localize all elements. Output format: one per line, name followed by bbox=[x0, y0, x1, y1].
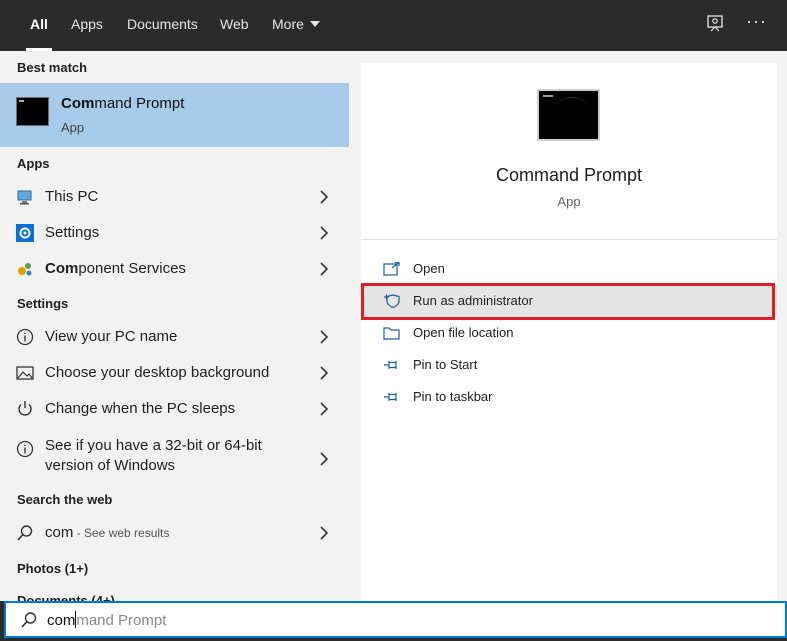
list-item-label: Component Services bbox=[45, 260, 186, 277]
power-icon bbox=[16, 400, 34, 418]
best-match-subtitle: App bbox=[61, 120, 85, 135]
list-item-label: This PC bbox=[45, 188, 99, 205]
command-prompt-icon bbox=[16, 97, 49, 126]
list-item-web-result[interactable]: com - See web results bbox=[0, 515, 349, 551]
this-pc-icon bbox=[16, 188, 34, 206]
list-item-label: See if you have a 32-bit or 64-bit versi… bbox=[45, 437, 262, 474]
shield-icon bbox=[383, 294, 401, 309]
tab-all[interactable]: All bbox=[26, 0, 52, 51]
command-prompt-icon bbox=[537, 89, 600, 141]
tab-more[interactable]: More bbox=[272, 0, 320, 51]
results-panel: Best match Command Prompt App Apps This … bbox=[0, 51, 349, 601]
picture-icon bbox=[16, 364, 34, 382]
action-label: Pin to Start bbox=[413, 357, 478, 372]
settings-gear-icon bbox=[16, 224, 34, 242]
action-pin-to-start[interactable]: Pin to Start bbox=[361, 349, 777, 381]
divider bbox=[361, 239, 777, 240]
list-item-component-services[interactable]: Component Services bbox=[0, 251, 349, 287]
search-icon bbox=[20, 611, 38, 629]
list-item-desktop-background[interactable]: Choose your desktop background bbox=[0, 355, 349, 391]
list-item-label: View your PC name bbox=[45, 328, 178, 345]
preview-pane: Command Prompt App Open Run as administr… bbox=[361, 63, 777, 601]
chevron-right-icon[interactable] bbox=[318, 402, 330, 416]
apps-heading: Apps bbox=[17, 156, 50, 171]
action-label: Pin to taskbar bbox=[413, 389, 493, 404]
list-item-label: Settings bbox=[45, 224, 100, 241]
info-icon bbox=[16, 440, 34, 458]
action-open-file-location[interactable]: Open file location bbox=[361, 317, 777, 349]
list-item-32-or-64-bit[interactable]: See if you have a 32-bit or 64-bit versi… bbox=[0, 431, 349, 487]
search-icon bbox=[16, 524, 34, 542]
list-item-settings[interactable]: Settings bbox=[0, 215, 349, 251]
tab-documents[interactable]: Documents bbox=[127, 0, 198, 51]
action-label: Run as administrator bbox=[413, 293, 533, 308]
feedback-icon[interactable] bbox=[706, 14, 726, 34]
list-item-this-pc[interactable]: This PC bbox=[0, 179, 349, 215]
tab-web[interactable]: Web bbox=[220, 0, 249, 51]
open-icon bbox=[383, 261, 401, 276]
action-label: Open bbox=[413, 261, 445, 276]
photos-heading[interactable]: Photos (1+) bbox=[17, 561, 88, 576]
tab-more-label: More bbox=[272, 16, 304, 32]
search-scope-bar: All Apps Documents Web More ··· bbox=[0, 0, 787, 51]
pin-icon bbox=[383, 358, 401, 372]
list-item-pc-sleeps[interactable]: Change when the PC sleeps bbox=[0, 391, 349, 427]
list-item-label: Choose your desktop background bbox=[45, 364, 270, 381]
chevron-right-icon[interactable] bbox=[318, 366, 330, 380]
search-input[interactable]: command Prompt bbox=[4, 601, 787, 638]
info-icon bbox=[16, 328, 34, 346]
best-match-item[interactable]: Command Prompt App bbox=[0, 83, 349, 147]
chevron-right-icon[interactable] bbox=[318, 226, 330, 240]
search-web-heading: Search the web bbox=[17, 492, 113, 507]
list-item-label: com - See web results bbox=[45, 524, 170, 541]
chevron-down-icon bbox=[309, 21, 320, 28]
more-options-icon[interactable]: ··· bbox=[746, 12, 766, 34]
chevron-right-icon[interactable] bbox=[318, 190, 330, 204]
component-services-icon bbox=[16, 260, 34, 278]
chevron-right-icon[interactable] bbox=[318, 262, 330, 276]
chevron-right-icon[interactable] bbox=[318, 526, 330, 540]
search-text: command Prompt bbox=[47, 611, 167, 629]
documents-heading[interactable]: Documents (4+) bbox=[17, 593, 115, 601]
tab-apps[interactable]: Apps bbox=[71, 0, 103, 51]
preview-subtitle: App bbox=[557, 194, 581, 209]
list-item-label: Change when the PC sleeps bbox=[45, 400, 236, 417]
best-match-heading: Best match bbox=[17, 60, 88, 75]
action-run-as-administrator[interactable]: Run as administrator bbox=[361, 285, 777, 317]
settings-heading: Settings bbox=[17, 296, 69, 311]
chevron-right-icon[interactable] bbox=[318, 452, 330, 466]
best-match-title: Command Prompt bbox=[61, 95, 185, 112]
chevron-right-icon[interactable] bbox=[318, 330, 330, 344]
folder-icon bbox=[383, 326, 401, 340]
action-open[interactable]: Open bbox=[361, 253, 777, 285]
preview-title: Command Prompt bbox=[495, 165, 643, 185]
list-item-view-pc-name[interactable]: View your PC name bbox=[0, 319, 349, 355]
pin-icon bbox=[383, 390, 401, 404]
action-pin-to-taskbar[interactable]: Pin to taskbar bbox=[361, 381, 777, 413]
action-label: Open file location bbox=[413, 325, 514, 340]
